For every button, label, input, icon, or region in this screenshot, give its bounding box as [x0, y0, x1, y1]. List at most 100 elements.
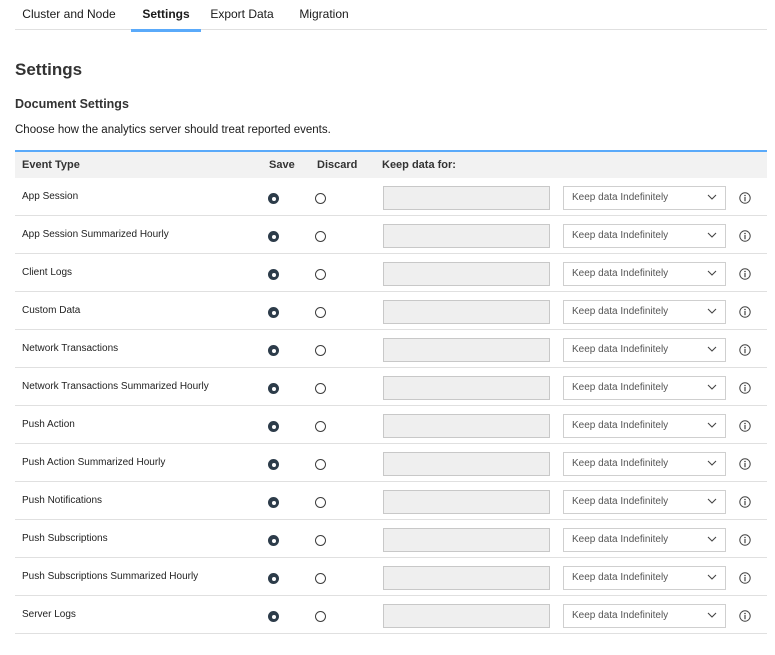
save-radio[interactable] — [268, 421, 279, 432]
table-body: App Session Keep data Indefinitely App Ses… — [15, 178, 767, 634]
table-row: Push Action Keep data Indefinitely — [15, 406, 767, 444]
keep-data-input[interactable] — [383, 338, 550, 362]
info-icon[interactable] — [739, 268, 751, 280]
retention-select[interactable]: Keep data Indefinitely — [563, 338, 726, 362]
header-discard: Discard — [317, 159, 358, 171]
info-icon[interactable] — [739, 306, 751, 318]
page-title: Settings — [15, 60, 83, 79]
tab-migration[interactable]: Migration — [293, 0, 355, 32]
retention-select-value: Keep data Indefinitely — [572, 382, 669, 393]
keep-data-input[interactable] — [383, 300, 550, 324]
retention-select[interactable]: Keep data Indefinitely — [563, 224, 726, 248]
discard-radio[interactable] — [315, 611, 326, 622]
section-description: Choose how the analytics server should t… — [15, 124, 331, 136]
keep-data-input[interactable] — [383, 414, 550, 438]
retention-select-value: Keep data Indefinitely — [572, 192, 669, 203]
discard-radio[interactable] — [315, 535, 326, 546]
event-type-name: Push Notifications — [22, 495, 103, 506]
info-icon[interactable] — [739, 230, 751, 242]
discard-radio[interactable] — [315, 459, 326, 470]
retention-select[interactable]: Keep data Indefinitely — [563, 186, 726, 210]
chevron-down-icon — [707, 422, 717, 428]
save-radio[interactable] — [268, 383, 279, 394]
info-icon[interactable] — [739, 344, 751, 356]
keep-data-input[interactable] — [383, 262, 550, 286]
discard-radio[interactable] — [315, 307, 326, 318]
table-row: Server Logs Keep data Indefinitely — [15, 596, 767, 634]
chevron-down-icon — [707, 460, 717, 466]
info-icon[interactable] — [739, 458, 751, 470]
section-title: Document Settings — [15, 97, 129, 111]
tab-cluster-and-node[interactable]: Cluster and Node — [15, 0, 123, 32]
save-radio[interactable] — [268, 535, 279, 546]
retention-select[interactable]: Keep data Indefinitely — [563, 528, 726, 552]
keep-data-input[interactable] — [383, 528, 550, 552]
chevron-down-icon — [707, 194, 717, 200]
tab-settings[interactable]: Settings — [131, 0, 201, 32]
table-row: App Session Keep data Indefinitely — [15, 178, 767, 216]
chevron-down-icon — [707, 346, 717, 352]
retention-select[interactable]: Keep data Indefinitely — [563, 414, 726, 438]
retention-select[interactable]: Keep data Indefinitely — [563, 376, 726, 400]
discard-radio[interactable] — [315, 231, 326, 242]
save-radio[interactable] — [268, 573, 279, 584]
info-icon[interactable] — [739, 496, 751, 508]
document-settings-table: Event Type Save Discard Keep data for: A… — [15, 150, 767, 634]
keep-data-input[interactable] — [383, 186, 550, 210]
header-event-type: Event Type — [22, 159, 80, 171]
retention-select[interactable]: Keep data Indefinitely — [563, 300, 726, 324]
discard-radio[interactable] — [315, 421, 326, 432]
discard-radio[interactable] — [315, 383, 326, 394]
retention-select-value: Keep data Indefinitely — [572, 268, 669, 279]
save-radio[interactable] — [268, 269, 279, 280]
discard-radio[interactable] — [315, 497, 326, 508]
save-radio[interactable] — [268, 497, 279, 508]
keep-data-input[interactable] — [383, 224, 550, 248]
discard-radio[interactable] — [315, 345, 326, 356]
retention-select[interactable]: Keep data Indefinitely — [563, 262, 726, 286]
discard-radio[interactable] — [315, 269, 326, 280]
retention-select[interactable]: Keep data Indefinitely — [563, 566, 726, 590]
save-radio[interactable] — [268, 193, 279, 204]
save-radio[interactable] — [268, 459, 279, 470]
keep-data-input[interactable] — [383, 604, 550, 628]
event-type-name: Network Transactions Summarized Hourly — [22, 381, 209, 392]
event-type-name: Network Transactions — [22, 343, 119, 354]
retention-select-value: Keep data Indefinitely — [572, 496, 669, 507]
save-radio[interactable] — [268, 307, 279, 318]
event-type-name: Custom Data — [22, 305, 81, 316]
event-type-name: Client Logs — [22, 267, 73, 278]
retention-select-value: Keep data Indefinitely — [572, 534, 669, 545]
save-radio[interactable] — [268, 231, 279, 242]
event-type-name: Push Action Summarized Hourly — [22, 457, 166, 468]
discard-radio[interactable] — [315, 573, 326, 584]
info-icon[interactable] — [739, 420, 751, 432]
event-type-name: App Session — [22, 191, 79, 202]
info-icon[interactable] — [739, 572, 751, 584]
keep-data-input[interactable] — [383, 490, 550, 514]
chevron-down-icon — [707, 384, 717, 390]
table-row: Push Notifications Keep data Indefinitely — [15, 482, 767, 520]
table-row: Push Action Summarized Hourly Keep data I… — [15, 444, 767, 482]
info-icon[interactable] — [739, 382, 751, 394]
chevron-down-icon — [707, 612, 717, 618]
save-radio[interactable] — [268, 611, 279, 622]
table-row: Client Logs Keep data Indefinitely — [15, 254, 767, 292]
discard-radio[interactable] — [315, 193, 326, 204]
retention-select[interactable]: Keep data Indefinitely — [563, 452, 726, 476]
save-radio[interactable] — [268, 345, 279, 356]
info-icon[interactable] — [739, 610, 751, 622]
event-type-name: Push Subscriptions — [22, 533, 108, 544]
info-icon[interactable] — [739, 534, 751, 546]
table-row: App Session Summarized Hourly Keep data I… — [15, 216, 767, 254]
keep-data-input[interactable] — [383, 566, 550, 590]
event-type-name: Server Logs — [22, 609, 76, 620]
retention-select[interactable]: Keep data Indefinitely — [563, 604, 726, 628]
info-icon[interactable] — [739, 192, 751, 204]
chevron-down-icon — [707, 574, 717, 580]
retention-select[interactable]: Keep data Indefinitely — [563, 490, 726, 514]
keep-data-input[interactable] — [383, 452, 550, 476]
keep-data-input[interactable] — [383, 376, 550, 400]
table-row: Custom Data Keep data Indefinitely — [15, 292, 767, 330]
tab-export-data[interactable]: Export Data — [207, 0, 277, 32]
